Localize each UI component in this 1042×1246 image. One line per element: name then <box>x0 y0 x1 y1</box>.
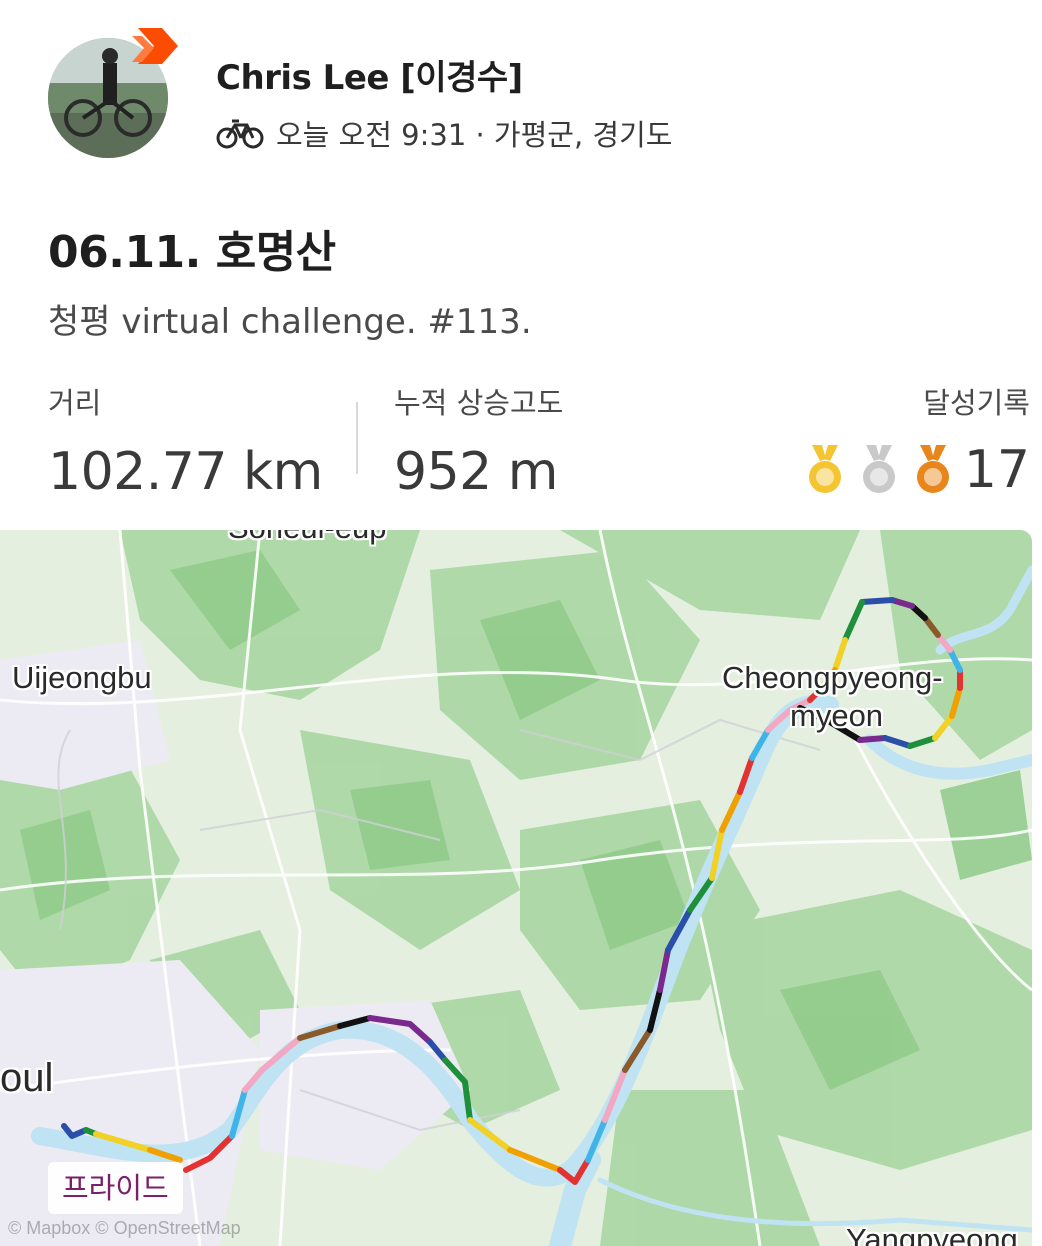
strava-chevron-icon <box>132 28 178 64</box>
stat-elevation: 누적 상승고도 952 m <box>394 380 563 502</box>
activity-meta: 오늘 오전 9:31 · 가평군, 경기도 <box>216 112 672 154</box>
time-location-text: 오늘 오전 9:31 · 가평군, 경기도 <box>276 118 673 152</box>
activity-header: Chris Lee [이경수] 오늘 오전 9:31 · 가평군, 경기도 <box>0 0 1042 190</box>
athlete-avatar-wrap[interactable] <box>48 28 178 160</box>
athlete-name[interactable]: Chris Lee [이경수] <box>216 50 523 99</box>
distance-label: 거리 <box>48 386 102 420</box>
map-label-seoul: oul <box>0 1056 54 1100</box>
route-map[interactable]: Sorieul-eup Uijeongbu Cheongpyeong- myeo… <box>0 530 1032 1246</box>
stat-distance: 거리 102.77 km <box>48 380 323 502</box>
map-label-myeon: myeon <box>790 698 884 733</box>
achievements-count: 17 <box>963 440 1030 500</box>
stat-divider <box>356 402 358 474</box>
achievements-row[interactable]: 17 <box>790 440 1030 500</box>
map-canvas <box>0 530 1032 1246</box>
map-label-uijeongbu: Uijeongbu <box>12 660 152 695</box>
map-tag-badge[interactable]: 프라이드 <box>48 1162 183 1214</box>
map-label-cheongpyeong: Cheongpyeong- <box>722 660 943 695</box>
elevation-value: 952 m <box>394 442 558 502</box>
distance-value: 102.77 km <box>48 442 323 502</box>
bronze-medal-icon <box>916 445 949 493</box>
map-label-top: Sorieul-eup <box>228 530 387 546</box>
gold-medal-icon <box>808 445 841 493</box>
map-label-yangpyeong: Yangpyeong <box>846 1222 1018 1246</box>
achievements-label: 달성기록 <box>923 386 1030 420</box>
elevation-label: 누적 상승고도 <box>394 386 564 420</box>
bike-icon <box>216 119 264 149</box>
map-attribution[interactable]: © Mapbox © OpenStreetMap <box>8 1218 241 1239</box>
silver-medal-icon <box>862 445 895 493</box>
activity-description: 청평 virtual challenge. #113. <box>48 302 532 342</box>
stat-achievements[interactable]: 달성기록 17 <box>790 380 1030 500</box>
activity-title[interactable]: 06.11. 호명산 <box>48 216 336 280</box>
